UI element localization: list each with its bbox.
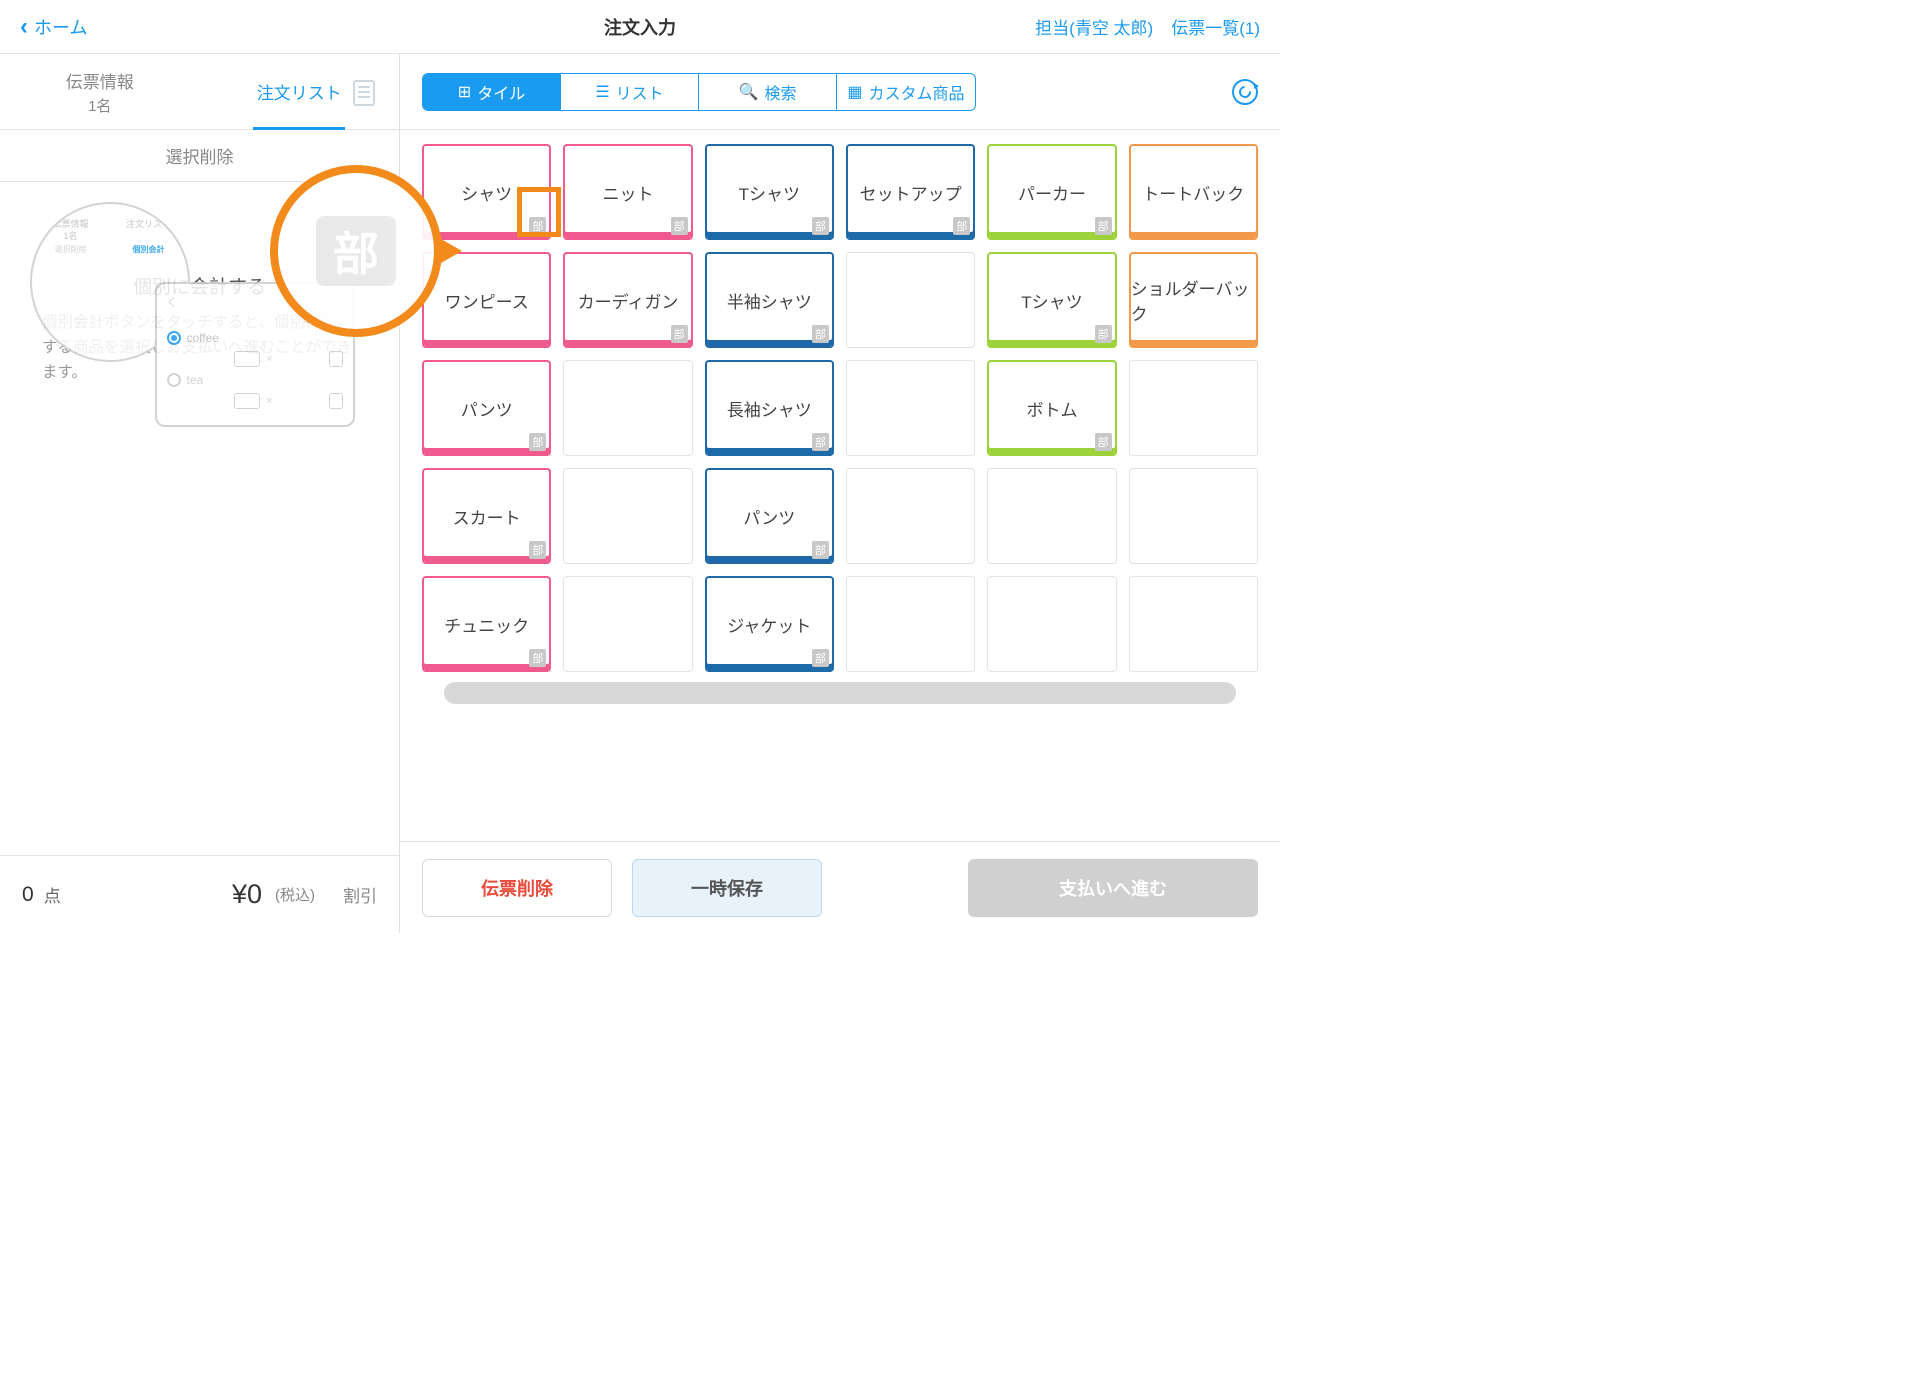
product-tile[interactable]: トートバック	[1129, 144, 1258, 240]
calculator-icon: ▦	[847, 82, 862, 102]
category-badge-icon: 部	[1095, 433, 1112, 451]
back-label: ホーム	[34, 14, 87, 40]
product-tile[interactable]: パンツ部	[705, 468, 834, 564]
slips-link[interactable]: 伝票一覧(1)	[1171, 14, 1260, 39]
discount-button[interactable]: 割引	[343, 882, 377, 907]
product-tile[interactable]: カーディガン部	[563, 252, 692, 348]
sidebar: 伝票情報 1名 注文リスト 選択削除 部 伝票情報1名 注文リスト	[0, 54, 400, 933]
category-badge-icon: 部	[1095, 325, 1112, 343]
view-segment: ⊞タイル ☰リスト 🔍検索 ▦カスタム商品	[422, 73, 976, 111]
tab-slip-info[interactable]: 伝票情報 1名	[0, 54, 200, 129]
product-tile	[846, 360, 975, 456]
view-list-button[interactable]: ☰リスト	[561, 74, 699, 110]
category-badge-icon: 部	[812, 649, 829, 667]
search-icon: 🔍	[739, 82, 759, 102]
product-tile[interactable]: Tシャツ部	[987, 252, 1116, 348]
help-illustration: 部 伝票情報1名 注文リスト 選択削除個別会計 ffee く 個別会計 coff…	[0, 182, 399, 855]
category-badge-icon: 部	[316, 216, 396, 286]
page-title: 注文入力	[604, 14, 676, 40]
sidebar-tabs: 伝票情報 1名 注文リスト	[0, 54, 399, 130]
product-tile	[987, 576, 1116, 672]
product-tile[interactable]: チュニック部	[422, 576, 551, 672]
category-badge-icon: 部	[529, 541, 546, 559]
search-button[interactable]: 🔍検索	[699, 74, 837, 110]
product-tile[interactable]: スカート部	[422, 468, 551, 564]
bottom-bar: 伝票削除 一時保存 支払いへ進む	[400, 841, 1280, 933]
list-icon: ☰	[595, 82, 609, 102]
back-button[interactable]: ‹ ホーム	[20, 13, 87, 41]
product-tile	[1129, 468, 1258, 564]
highlight-box	[517, 187, 561, 237]
category-badge-icon: 部	[812, 541, 829, 559]
category-badge-icon: 部	[1095, 217, 1112, 235]
product-tile	[846, 468, 975, 564]
product-tile[interactable]: ショルダーバック	[1129, 252, 1258, 348]
staff-link[interactable]: 担当(青空 太郎)	[1035, 14, 1153, 39]
product-tile	[563, 576, 692, 672]
product-tile[interactable]: パーカー部	[987, 144, 1116, 240]
header-actions: 担当(青空 太郎) 伝票一覧(1)	[1035, 14, 1260, 39]
category-badge-icon: 部	[671, 325, 688, 343]
product-tile	[563, 468, 692, 564]
product-tile	[846, 576, 975, 672]
product-tile[interactable]: Tシャツ部	[705, 144, 834, 240]
product-tile[interactable]: ニット部	[563, 144, 692, 240]
content-area: ⊞タイル ☰リスト 🔍検索 ▦カスタム商品 シャツ部ニット部Tシャツ部セットアッ…	[400, 54, 1280, 933]
category-badge-icon: 部	[529, 433, 546, 451]
note-icon[interactable]	[353, 80, 375, 106]
callout-bubble: 部	[270, 165, 442, 337]
header: ‹ ホーム 注文入力 担当(青空 太郎) 伝票一覧(1)	[0, 0, 1280, 54]
item-count: 0	[22, 883, 34, 907]
category-badge-icon: 部	[529, 649, 546, 667]
product-tile[interactable]: ボトム部	[987, 360, 1116, 456]
category-badge-icon: 部	[812, 217, 829, 235]
product-tile	[846, 252, 975, 348]
category-badge-icon: 部	[671, 217, 688, 235]
product-tile	[987, 468, 1116, 564]
product-tile	[1129, 576, 1258, 672]
tile-icon: ⊞	[458, 82, 471, 102]
custom-item-button[interactable]: ▦カスタム商品	[837, 74, 975, 110]
temp-save-button[interactable]: 一時保存	[632, 859, 822, 917]
category-badge-icon: 部	[812, 325, 829, 343]
check-icon	[167, 331, 181, 345]
sidebar-totals: 0 点 ¥0 (税込) 割引	[0, 855, 399, 933]
category-badge-icon: 部	[953, 217, 970, 235]
category-badge-icon: 部	[812, 433, 829, 451]
delete-selection-button[interactable]: 選択削除	[166, 143, 234, 168]
product-tile[interactable]: ジャケット部	[705, 576, 834, 672]
total-amount: ¥0	[232, 879, 262, 910]
product-tile	[563, 360, 692, 456]
chevron-left-icon: ‹	[20, 13, 28, 41]
product-tile[interactable]: 長袖シャツ部	[705, 360, 834, 456]
product-tile[interactable]: パンツ部	[422, 360, 551, 456]
horizontal-scrollbar[interactable]	[444, 682, 1236, 704]
view-tile-button[interactable]: ⊞タイル	[423, 74, 561, 110]
proceed-payment-button[interactable]: 支払いへ進む	[968, 859, 1258, 917]
product-tile[interactable]: 半袖シャツ部	[705, 252, 834, 348]
product-tile[interactable]: セットアップ部	[846, 144, 975, 240]
view-toolbar: ⊞タイル ☰リスト 🔍検索 ▦カスタム商品	[400, 54, 1280, 130]
product-tile	[1129, 360, 1258, 456]
delete-slip-button[interactable]: 伝票削除	[422, 859, 612, 917]
settings-icon[interactable]	[1232, 79, 1258, 105]
